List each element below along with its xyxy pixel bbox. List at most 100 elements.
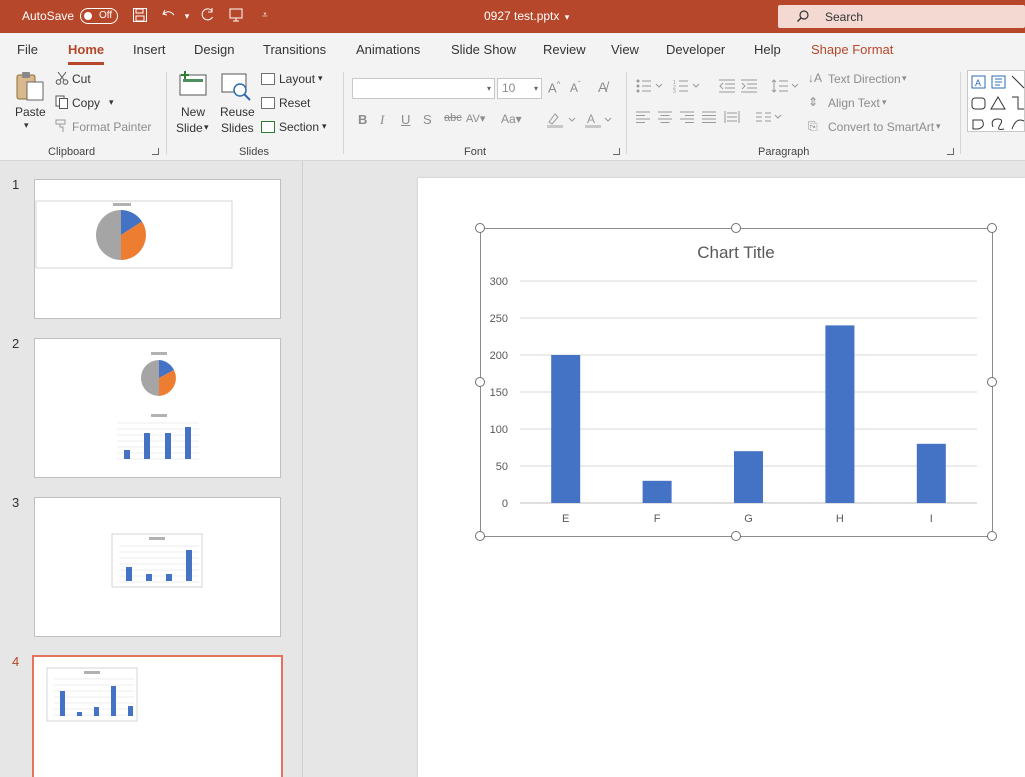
chart-title[interactable]: Chart Title	[697, 243, 774, 262]
underline-icon[interactable]: U	[401, 112, 410, 127]
layout-dropdown-icon[interactable]: ▾	[318, 73, 323, 84]
italic-icon[interactable]: I	[380, 112, 384, 128]
start-presentation-icon[interactable]	[227, 7, 245, 25]
search-placeholder: Search	[825, 10, 864, 24]
customize-toolbar-icon[interactable]: ⩡	[256, 7, 274, 25]
resize-handle-bottom-left[interactable]	[475, 531, 485, 541]
cut-button[interactable]: Cut	[72, 72, 91, 86]
slide-thumbnail-2[interactable]	[34, 338, 281, 478]
x-tick-label: H	[836, 513, 844, 525]
justify-icon[interactable]	[702, 111, 716, 126]
cut-icon	[55, 71, 69, 88]
tab-home[interactable]: Home	[68, 42, 105, 65]
text-direction-dropdown-icon[interactable]: ▾	[902, 73, 907, 84]
triangle-shape-icon[interactable]	[990, 96, 1006, 110]
highlight-color-icon[interactable]	[546, 112, 576, 131]
convert-smartart-button[interactable]: Convert to SmartArt	[828, 120, 934, 134]
copy-dropdown-icon[interactable]: ▾	[109, 97, 114, 108]
resize-handle-right[interactable]	[987, 377, 997, 387]
layout-button[interactable]: Layout	[279, 72, 315, 86]
change-case-icon[interactable]: Aa▾	[501, 112, 522, 126]
resize-handle-bottom-right[interactable]	[987, 531, 997, 541]
clipboard-launcher-icon[interactable]	[152, 148, 159, 155]
format-painter-button[interactable]: Format Painter	[72, 120, 151, 134]
convert-smartart-dropdown-icon[interactable]: ▾	[936, 121, 941, 132]
tab-help[interactable]: Help	[754, 42, 781, 57]
copy-button[interactable]: Copy	[72, 96, 100, 110]
slide-thumbnail-1[interactable]	[34, 179, 281, 319]
section-button[interactable]: Section	[279, 120, 319, 134]
tab-transitions[interactable]: Transitions	[263, 42, 326, 57]
undo-dropdown-icon[interactable]: ▾	[178, 7, 196, 25]
undo-icon[interactable]	[160, 7, 178, 25]
tab-review[interactable]: Review	[543, 42, 586, 57]
align-center-icon[interactable]	[658, 111, 672, 126]
increase-font-size-icon[interactable]: A^	[548, 80, 560, 95]
resize-handle-top-right[interactable]	[987, 223, 997, 233]
search-box[interactable]: Search	[778, 5, 1025, 28]
y-tick-label: 150	[490, 387, 508, 399]
strikethrough-icon[interactable]: abc	[444, 112, 462, 124]
tab-insert[interactable]: Insert	[133, 42, 166, 57]
bar-g[interactable]	[734, 451, 763, 503]
increase-indent-icon[interactable]	[741, 79, 757, 96]
paragraph-launcher-icon[interactable]	[947, 148, 954, 155]
tab-design[interactable]: Design	[194, 42, 234, 57]
tab-shape-format[interactable]: Shape Format	[811, 42, 893, 57]
slide-thumbnail-3[interactable]	[34, 497, 281, 637]
resize-handle-top-left[interactable]	[475, 223, 485, 233]
numbering-icon[interactable]: 123	[673, 79, 705, 96]
text-direction-button[interactable]: Text Direction	[828, 72, 901, 86]
shapes-gallery[interactable]: A	[967, 70, 1025, 132]
tab-file[interactable]: File	[17, 42, 38, 57]
resize-handle-left[interactable]	[475, 377, 485, 387]
decrease-font-size-icon[interactable]: Aˇ	[570, 80, 581, 95]
new-slide-label-1: New	[181, 105, 206, 119]
line-spacing-icon[interactable]	[771, 79, 801, 96]
font-color-icon[interactable]: A	[584, 112, 614, 131]
save-icon[interactable]	[131, 7, 149, 25]
bar-e[interactable]	[551, 355, 581, 503]
bar-h[interactable]	[825, 325, 855, 503]
shadow-icon[interactable]: S	[423, 112, 432, 127]
section-dropdown-icon[interactable]: ▾	[322, 121, 327, 132]
align-text-dropdown-icon[interactable]: ▾	[882, 97, 887, 108]
rounded-rect-shape-icon[interactable]	[971, 97, 986, 110]
paste-dropdown-icon[interactable]: ▾	[24, 120, 29, 131]
new-slide-dropdown-icon[interactable]: ▾	[204, 122, 209, 133]
paragraph-group-label: Paragraph	[758, 146, 810, 158]
columns-icon[interactable]	[756, 111, 784, 126]
slide-number: 1	[12, 177, 20, 192]
reuse-slides-icon	[221, 73, 251, 101]
bar-f[interactable]	[642, 480, 672, 503]
distributed-icon[interactable]	[724, 110, 740, 127]
tab-animations[interactable]: Animations	[356, 42, 420, 57]
clear-formatting-icon[interactable]: A̸	[598, 79, 607, 95]
bold-icon[interactable]: B	[358, 112, 367, 127]
font-size-combo[interactable]: 10 ▾	[497, 78, 542, 99]
bar-chart[interactable]: Chart Title 0 50 100 150 200 250 300 E F G H I	[480, 228, 993, 537]
font-size-dropdown-icon[interactable]: ▾	[534, 79, 538, 98]
font-launcher-icon[interactable]	[613, 148, 620, 155]
align-text-button[interactable]: Align Text	[828, 96, 880, 110]
decrease-indent-icon[interactable]	[719, 79, 735, 96]
tab-developer[interactable]: Developer	[666, 42, 725, 57]
reuse-slides-label-1: Reuse	[220, 105, 255, 119]
slide-thumbnail-4[interactable]	[32, 655, 283, 777]
title-dropdown-icon[interactable]: ▾	[558, 8, 576, 26]
bar-i[interactable]	[916, 443, 946, 503]
bullets-icon[interactable]	[636, 79, 668, 96]
align-left-icon[interactable]	[636, 111, 650, 126]
font-name-combo[interactable]: ▾	[352, 78, 495, 99]
reset-button[interactable]: Reset	[279, 96, 310, 110]
character-spacing-icon[interactable]: AV▾	[466, 112, 485, 125]
tab-slide-show[interactable]: Slide Show	[451, 42, 516, 57]
document-title[interactable]: 0927 test.pptx	[484, 9, 559, 23]
resize-handle-bottom[interactable]	[731, 531, 741, 541]
align-right-icon[interactable]	[680, 111, 694, 126]
autosave-toggle[interactable]: Off	[80, 8, 118, 24]
redo-icon[interactable]	[198, 7, 216, 25]
font-name-dropdown-icon[interactable]: ▾	[487, 79, 491, 98]
resize-handle-top[interactable]	[731, 223, 741, 233]
tab-view[interactable]: View	[611, 42, 639, 57]
